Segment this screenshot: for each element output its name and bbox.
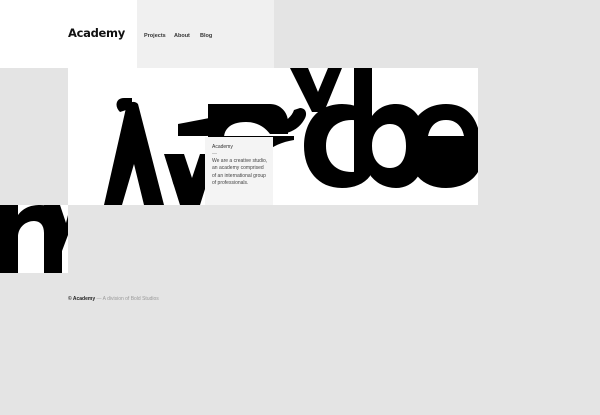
- footer: © Academy — A division of Bold Studios: [68, 296, 159, 302]
- nav-about[interactable]: About: [174, 33, 190, 39]
- brand-logo[interactable]: Academy: [68, 26, 125, 40]
- main-nav: Projects About Blog: [137, 0, 274, 68]
- footer-copyright: © Academy: [68, 296, 96, 302]
- hero-letter-slant: [104, 101, 164, 205]
- footer-division-text[interactable]: — A division of Bold Studios: [95, 296, 159, 302]
- about-card-divider: —: [212, 151, 217, 157]
- nav-projects[interactable]: Projects: [144, 33, 166, 39]
- about-card-description: We are a creative studio, an academy com…: [212, 158, 268, 187]
- about-card: Academy — We are a creative studio, an a…: [205, 137, 273, 205]
- letterform-tile-graphic: [0, 205, 68, 273]
- hero-letterform-artwork: [68, 68, 478, 205]
- hero-letterform-graphic: [104, 68, 478, 205]
- nav-blog[interactable]: Blog: [200, 33, 212, 39]
- logo-panel: Academy: [0, 0, 137, 68]
- about-card-title: Academy: [212, 144, 233, 150]
- letterform-tile-lower: [0, 205, 68, 273]
